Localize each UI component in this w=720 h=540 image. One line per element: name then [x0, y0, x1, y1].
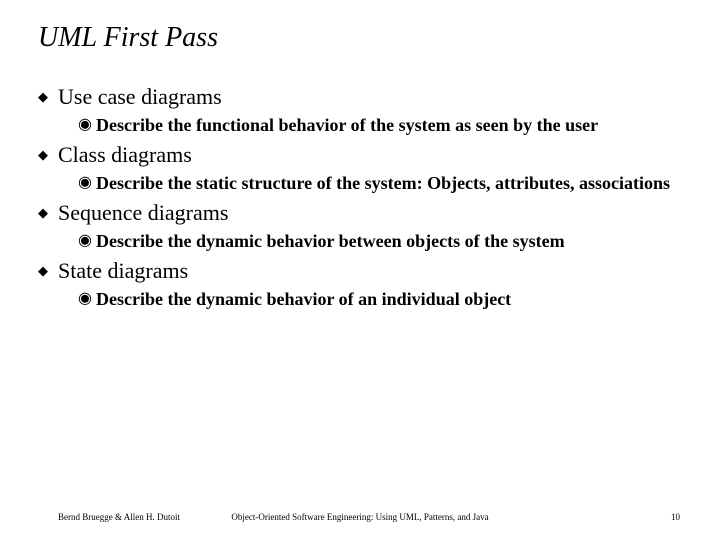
- circle-bullet-icon: ◉: [78, 172, 96, 194]
- footer-page-number: 10: [671, 512, 680, 522]
- list-item: ◆ Class diagrams: [36, 142, 688, 168]
- slide-content: ◆ Use case diagrams ◉ Describe the funct…: [32, 84, 688, 310]
- footer-title: Object-Oriented Software Engineering: Us…: [0, 512, 720, 522]
- circle-bullet-icon: ◉: [78, 114, 96, 136]
- circle-bullet-icon: ◉: [78, 288, 96, 310]
- sub-list-item: ◉ Describe the static structure of the s…: [78, 172, 688, 194]
- diamond-bullet-icon: ◆: [36, 200, 58, 226]
- sub-list-item-label: Describe the dynamic behavior of an indi…: [96, 288, 511, 310]
- slide-title: UML First Pass: [38, 22, 688, 54]
- sub-list-item: ◉ Describe the functional behavior of th…: [78, 114, 688, 136]
- list-item-label: Class diagrams: [58, 142, 192, 168]
- diamond-bullet-icon: ◆: [36, 142, 58, 168]
- list-item: ◆ Use case diagrams: [36, 84, 688, 110]
- list-item: ◆ Sequence diagrams: [36, 200, 688, 226]
- sub-list-item-label: Describe the static structure of the sys…: [96, 172, 670, 194]
- diamond-bullet-icon: ◆: [36, 258, 58, 284]
- list-item-label: Use case diagrams: [58, 84, 222, 110]
- sub-list-item: ◉ Describe the dynamic behavior between …: [78, 230, 688, 252]
- sub-list-item-label: Describe the functional behavior of the …: [96, 114, 598, 136]
- diamond-bullet-icon: ◆: [36, 84, 58, 110]
- list-item-label: State diagrams: [58, 258, 188, 284]
- slide: UML First Pass ◆ Use case diagrams ◉ Des…: [0, 0, 720, 540]
- circle-bullet-icon: ◉: [78, 230, 96, 252]
- list-item: ◆ State diagrams: [36, 258, 688, 284]
- list-item-label: Sequence diagrams: [58, 200, 228, 226]
- sub-list-item: ◉ Describe the dynamic behavior of an in…: [78, 288, 688, 310]
- sub-list-item-label: Describe the dynamic behavior between ob…: [96, 230, 565, 252]
